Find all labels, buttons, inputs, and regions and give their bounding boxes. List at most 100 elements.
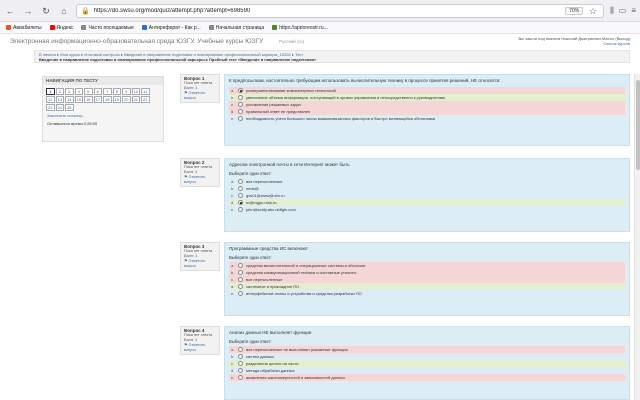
bookmark-item[interactable]: Яндекс bbox=[49, 25, 73, 31]
answer-radio[interactable] bbox=[238, 368, 243, 373]
scrollbar-thumb[interactable] bbox=[636, 80, 640, 170]
answer-option[interactable]: e. интерфейсные платы и устройства и сред… bbox=[229, 290, 625, 297]
finish-attempt-link[interactable]: Закончить попытку... bbox=[43, 111, 163, 120]
answer-radio[interactable] bbox=[238, 361, 243, 366]
answer-option[interactable]: b. систем данных bbox=[229, 353, 625, 360]
answer-radio[interactable] bbox=[238, 284, 243, 289]
page-scrollbar[interactable] bbox=[634, 74, 640, 400]
quiz-page-button[interactable]: 11 bbox=[141, 88, 150, 95]
zoom-level[interactable]: 70% bbox=[565, 6, 584, 15]
answer-letter: b. bbox=[231, 186, 235, 191]
answer-option[interactable]: e. необходимость учета большого числа вза… bbox=[229, 115, 625, 122]
home-icon[interactable]: ⌂ bbox=[58, 5, 70, 17]
answer-letter: d. bbox=[231, 284, 235, 289]
answer-option[interactable]: b. средства коммуникационной техники и си… bbox=[229, 269, 625, 276]
answer-radio[interactable] bbox=[238, 102, 243, 107]
quiz-page-button[interactable]: 7 bbox=[103, 88, 112, 95]
url-text[interactable]: https://do.swsu.org/mod/quiz/attempt.php… bbox=[94, 8, 561, 14]
answer-radio[interactable] bbox=[238, 186, 243, 191]
answer-radio[interactable] bbox=[238, 291, 243, 296]
quiz-page-button[interactable]: 4 bbox=[74, 88, 83, 95]
answer-option[interactable]: a. все перечисленные не выполняют указанн… bbox=[229, 346, 625, 353]
back-arrow-icon[interactable]: ← bbox=[4, 5, 16, 17]
site-title[interactable]: Электронная информационно-образовательна… bbox=[10, 38, 263, 45]
flag-question-link[interactable]: ⚑ Отметить вопрос bbox=[184, 91, 216, 101]
bookmark-item[interactable]: Часто посещаемые bbox=[81, 25, 134, 31]
quiz-nav-title: НАВИГАЦИЯ ПО ТЕСТУ bbox=[43, 77, 163, 85]
answer-text: mmk@ bbox=[246, 186, 259, 191]
answer-option[interactable]: e. выявления закономерностей и зависимост… bbox=[229, 374, 625, 381]
quiz-page-button[interactable]: 9 bbox=[122, 88, 131, 95]
quiz-page-button[interactable]: 8 bbox=[112, 88, 121, 95]
quiz-page-button[interactable]: 19 bbox=[112, 96, 121, 103]
quiz-page-button[interactable]: 25 bbox=[65, 104, 74, 111]
quiz-page-button[interactable]: 2 bbox=[55, 88, 64, 95]
answer-option[interactable]: c. усложнение решаемых задач bbox=[229, 101, 625, 108]
quiz-page-button[interactable]: 18 bbox=[103, 96, 112, 103]
quiz-page-button[interactable]: 3 bbox=[65, 88, 74, 95]
answer-radio[interactable] bbox=[238, 375, 243, 380]
answer-option[interactable]: a. все перечисленные bbox=[229, 178, 625, 185]
answer-text: все перечисленные bbox=[246, 277, 283, 282]
answer-option[interactable]: d. метода обработки данных bbox=[229, 367, 625, 374]
quiz-page-button[interactable]: 5 bbox=[84, 88, 93, 95]
quiz-page-button[interactable]: 16 bbox=[84, 96, 93, 103]
library-icon[interactable]: ⫼ bbox=[610, 6, 614, 16]
answer-radio[interactable] bbox=[238, 207, 243, 212]
answer-radio[interactable] bbox=[238, 263, 243, 268]
answer-option[interactable]: d. системное и прикладное ПО bbox=[229, 283, 625, 290]
quiz-page-button[interactable]: 17 bbox=[93, 96, 102, 103]
answer-option[interactable]: c. все перечисленные bbox=[229, 276, 625, 283]
answer-option[interactable]: d. правильный ответ не представлен bbox=[229, 108, 625, 115]
answer-radio[interactable] bbox=[238, 200, 243, 205]
quiz-page-button[interactable]: 20 bbox=[122, 96, 131, 103]
answer-option[interactable]: b. mmk@ bbox=[229, 185, 625, 192]
forward-arrow-icon[interactable]: → bbox=[22, 5, 34, 17]
quiz-page-button[interactable]: 15 bbox=[74, 96, 83, 103]
answer-radio[interactable] bbox=[238, 347, 243, 352]
bookmark-item[interactable]: https://aprioreostr.ru... bbox=[272, 25, 328, 31]
answer-radio[interactable] bbox=[238, 270, 243, 275]
quiz-page-button[interactable]: 24 bbox=[55, 104, 64, 111]
quiz-page-button[interactable]: 10 bbox=[131, 88, 140, 95]
answer-radio[interactable] bbox=[238, 354, 243, 359]
flag-question-link[interactable]: ⚑ Отметить вопрос bbox=[184, 175, 216, 185]
answer-radio[interactable] bbox=[238, 109, 243, 114]
sidebar-icon[interactable]: ▭ bbox=[619, 6, 627, 16]
answer-option[interactable]: e. john@sctdy.abc.uidfgfx.com bbox=[229, 206, 625, 213]
quiz-page-button[interactable]: 14 bbox=[65, 96, 74, 103]
answer-radio[interactable] bbox=[238, 95, 243, 100]
answer-letter: d. bbox=[231, 368, 235, 373]
answer-option[interactable]: c. разделения целого на части bbox=[229, 360, 625, 367]
breadcrumb-line-2[interactable]: Введение в направление подготовки и план… bbox=[39, 57, 625, 62]
quiz-page-button[interactable]: 1 bbox=[46, 88, 55, 95]
quiz-page-button[interactable]: 12 bbox=[46, 96, 55, 103]
address-bar[interactable]: 🔒 https://do.swsu.org/mod/quiz/attempt.p… bbox=[76, 3, 605, 18]
bookmark-star-icon[interactable]: ☆ bbox=[587, 5, 599, 17]
quiz-page-button[interactable]: 13 bbox=[55, 96, 64, 103]
quiz-page-button[interactable]: 21 bbox=[131, 96, 140, 103]
language-selector[interactable]: Русский (ru) bbox=[279, 39, 304, 44]
bookmark-item[interactable]: Начальная страница bbox=[208, 25, 264, 31]
bookmark-item[interactable]: Антиреферат - Как р... bbox=[141, 25, 201, 31]
answer-option[interactable]: d. m@mgpu.msk.ru bbox=[229, 199, 625, 206]
answer-option[interactable]: b. увеличение объема информации, поступаю… bbox=[229, 94, 625, 101]
menu-icon[interactable]: ≡ bbox=[631, 6, 636, 16]
bookmark-item[interactable]: Авиабилеты bbox=[6, 25, 42, 31]
answer-radio[interactable] bbox=[238, 179, 243, 184]
flag-question-link[interactable]: ⚑ Отметить вопрос bbox=[184, 343, 216, 353]
answer-radio[interactable] bbox=[238, 277, 243, 282]
bookmark-icon bbox=[49, 25, 55, 30]
answer-radio[interactable] bbox=[238, 193, 243, 198]
quiz-page-button[interactable]: 6 bbox=[93, 88, 102, 95]
course-list-link[interactable]: Список курсов bbox=[518, 41, 630, 46]
answer-option[interactable]: a. усовершенствование компьютерных технол… bbox=[229, 87, 625, 94]
reload-icon[interactable]: ↻ bbox=[40, 5, 52, 17]
flag-question-link[interactable]: ⚑ Отметить вопрос bbox=[184, 259, 216, 269]
quiz-page-button[interactable]: 23 bbox=[46, 104, 55, 111]
answer-radio[interactable] bbox=[238, 88, 243, 93]
answer-option[interactable]: a. средства вычислительной и операционные… bbox=[229, 262, 625, 269]
answer-option[interactable]: c. gvs01@www@ulm.ru bbox=[229, 192, 625, 199]
quiz-page-button[interactable]: 22 bbox=[141, 96, 150, 103]
answer-radio[interactable] bbox=[238, 116, 243, 121]
